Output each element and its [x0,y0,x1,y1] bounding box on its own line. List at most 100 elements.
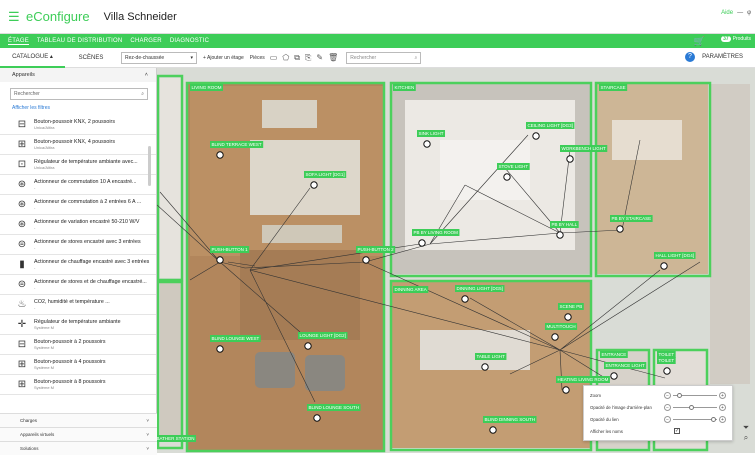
minus-icon[interactable]: − [664,391,671,399]
device-marker[interactable] [418,239,426,247]
product-item[interactable]: ⊞ Bouton-poussoir KNX, 4 poussoirs Unica/A… [0,135,156,155]
product-item[interactable]: ⊛ Actionneur de commutation à 2 entrées 6… [0,195,156,215]
bg-opacity-slider[interactable]: − + [664,403,726,411]
charges-section[interactable]: Charges ˅ [0,413,157,427]
user-icon[interactable]: φ [747,10,751,16]
device-label[interactable]: TABLE LIGHT [475,353,507,360]
device-marker[interactable] [616,225,624,233]
cart-icon[interactable]: 🛒 [694,36,705,47]
help-icon[interactable]: ? [685,52,695,62]
zoom-slider[interactable]: − + [664,391,726,399]
device-label[interactable]: WORKBENCH LIGHT [560,145,608,152]
floor-select[interactable]: Rez-de-chaussée ▾ [121,51,197,64]
minus-icon[interactable]: − [664,403,671,411]
device-marker[interactable] [503,173,511,181]
device-label[interactable]: BLIND TERRACE WEST [210,141,264,148]
tab-etage[interactable]: ÉTAGE [8,38,29,45]
device-marker[interactable] [532,132,540,140]
slider-knob[interactable] [689,404,694,410]
delete-icon[interactable]: 🗑 [328,53,338,62]
plus-icon[interactable]: + [719,403,726,411]
device-label[interactable]: DINNING LIGHT [DG5] [455,285,505,292]
copy-icon[interactable]: ⧉ [294,53,300,63]
room-label[interactable]: LIVING ROOM [190,84,224,91]
product-item[interactable]: ▮ Actionneur de chauffage encastré avec 3… [0,255,156,275]
canvas-search-input[interactable]: Rechercher ⌕ [346,51,422,64]
device-label[interactable]: SINK LIGHT [417,130,446,137]
device-label[interactable]: HEATING LIVING ROOM [556,376,610,383]
app-brand[interactable]: eConfigure [26,9,90,24]
device-label[interactable]: PB BY STAIRCASE [610,215,653,222]
device-label[interactable]: PUSH-BUTTON 2 [356,246,396,253]
device-label[interactable]: ENTRANCE LIGHT [604,362,647,369]
device-marker[interactable] [556,231,564,239]
slider-knob[interactable] [711,416,716,422]
device-marker[interactable] [304,342,312,350]
tab-charger[interactable]: CHARGER [130,38,161,44]
device-label[interactable]: SCENE PB [558,303,584,310]
device-marker[interactable] [216,256,224,264]
device-marker[interactable] [313,414,321,422]
search-icon[interactable]: ⌕ [739,433,753,443]
device-marker[interactable] [564,313,572,321]
device-label[interactable]: PB BY LIVING ROOM [412,229,460,236]
sidebar-scrollbar[interactable] [148,146,151,186]
slider-knob[interactable] [677,392,682,398]
rectangle-room-icon[interactable]: ▭ [270,53,278,62]
room-label[interactable]: KITCHEN [393,84,416,91]
product-item[interactable]: ⊟ Bouton-poussoir à 2 poussoirs Système M [0,335,156,355]
device-marker[interactable] [362,256,370,264]
device-marker[interactable] [216,345,224,353]
add-floor-button[interactable]: + Ajouter un étage [203,55,244,61]
parametres-button[interactable]: PARAMÈTRES [702,54,743,60]
product-item[interactable]: ⊜ Actionneur de stores et de chauffage en… [0,275,156,295]
produits-button[interactable]: 37 Produits [721,36,751,42]
show-names-checkbox[interactable]: ✓ [674,428,680,434]
device-marker[interactable] [663,367,671,375]
filter-icon[interactable]: ⏷ [739,423,753,433]
product-item[interactable]: ⊟ Bouton-poussoir KNX, 2 poussoirs Unica/A… [0,115,156,135]
device-label[interactable]: HALL LIGHT [DG4] [654,252,696,259]
product-item[interactable]: ⊛ Actionneur de commutation 10 A encastré… [0,175,156,195]
device-marker[interactable] [423,140,431,148]
tab-diagnostic[interactable]: DIAGNOSTIC [170,38,209,44]
plus-icon[interactable]: + [719,391,726,399]
device-label[interactable]: BLIND LOUNGE WEST [210,335,261,342]
device-label[interactable]: PUSH-BUTTON 1 [210,246,250,253]
room-label[interactable]: ENTRANCE [600,351,628,358]
product-item[interactable]: ⊞ Bouton-poussoir à 4 poussoirs Système M [0,355,156,375]
appareils-virtuels-section[interactable]: Appareils virtuels ˅ [0,427,157,441]
device-marker[interactable] [551,333,559,341]
tab-catalogue[interactable]: CATALOGUE ▴ [0,48,65,68]
filters-link[interactable]: Afficher les filtres [12,105,156,111]
device-label[interactable]: MULTITOUCH [545,323,578,330]
device-marker[interactable] [310,181,318,189]
link-opacity-slider[interactable]: − + [664,415,726,423]
room-label[interactable]: DINNING AREA [393,286,429,293]
device-label[interactable]: LOUNGE LIGHT [DG2] [298,332,348,339]
tab-tableau[interactable]: TABLEAU DE DISTRIBUTION [37,38,123,44]
plus-icon[interactable]: + [719,415,726,423]
product-item[interactable]: ✛ Régulateur de température ambiante Systè… [0,315,156,335]
product-item[interactable]: ⊜ Actionneur de stores encastré avec 3 en… [0,235,156,255]
device-label[interactable]: BLIND LOUNGE SOUTH [307,404,361,411]
product-item[interactable]: ⊛ Actionneur de variation encastré 50-210… [0,215,156,235]
device-label[interactable]: BLIND DINNING SOUTH [483,416,537,423]
device-marker[interactable] [562,386,570,394]
device-marker[interactable] [610,372,618,380]
help-link[interactable]: Aide [721,10,733,16]
device-marker[interactable] [566,155,574,163]
device-marker[interactable] [216,151,224,159]
device-label[interactable]: STOVE LIGHT [497,163,530,170]
device-label[interactable]: CEILING LIGHT [DG3] [526,122,575,129]
room-label[interactable]: TOILET [657,351,676,358]
polygon-room-icon[interactable]: ⬠ [282,53,289,62]
minus-icon[interactable]: − [664,415,671,423]
device-marker[interactable] [489,426,497,434]
device-label[interactable]: SOFA LIGHT [DG1] [304,171,347,178]
tab-scenes[interactable]: SCÈNES [65,55,117,61]
device-label[interactable]: PB BY HALL [550,221,579,228]
edit-icon[interactable]: ✎ [316,53,323,62]
sidebar-search-input[interactable]: Rechercher ⌕ [10,88,148,100]
appareils-header[interactable]: Appareils ˄ [0,68,156,82]
